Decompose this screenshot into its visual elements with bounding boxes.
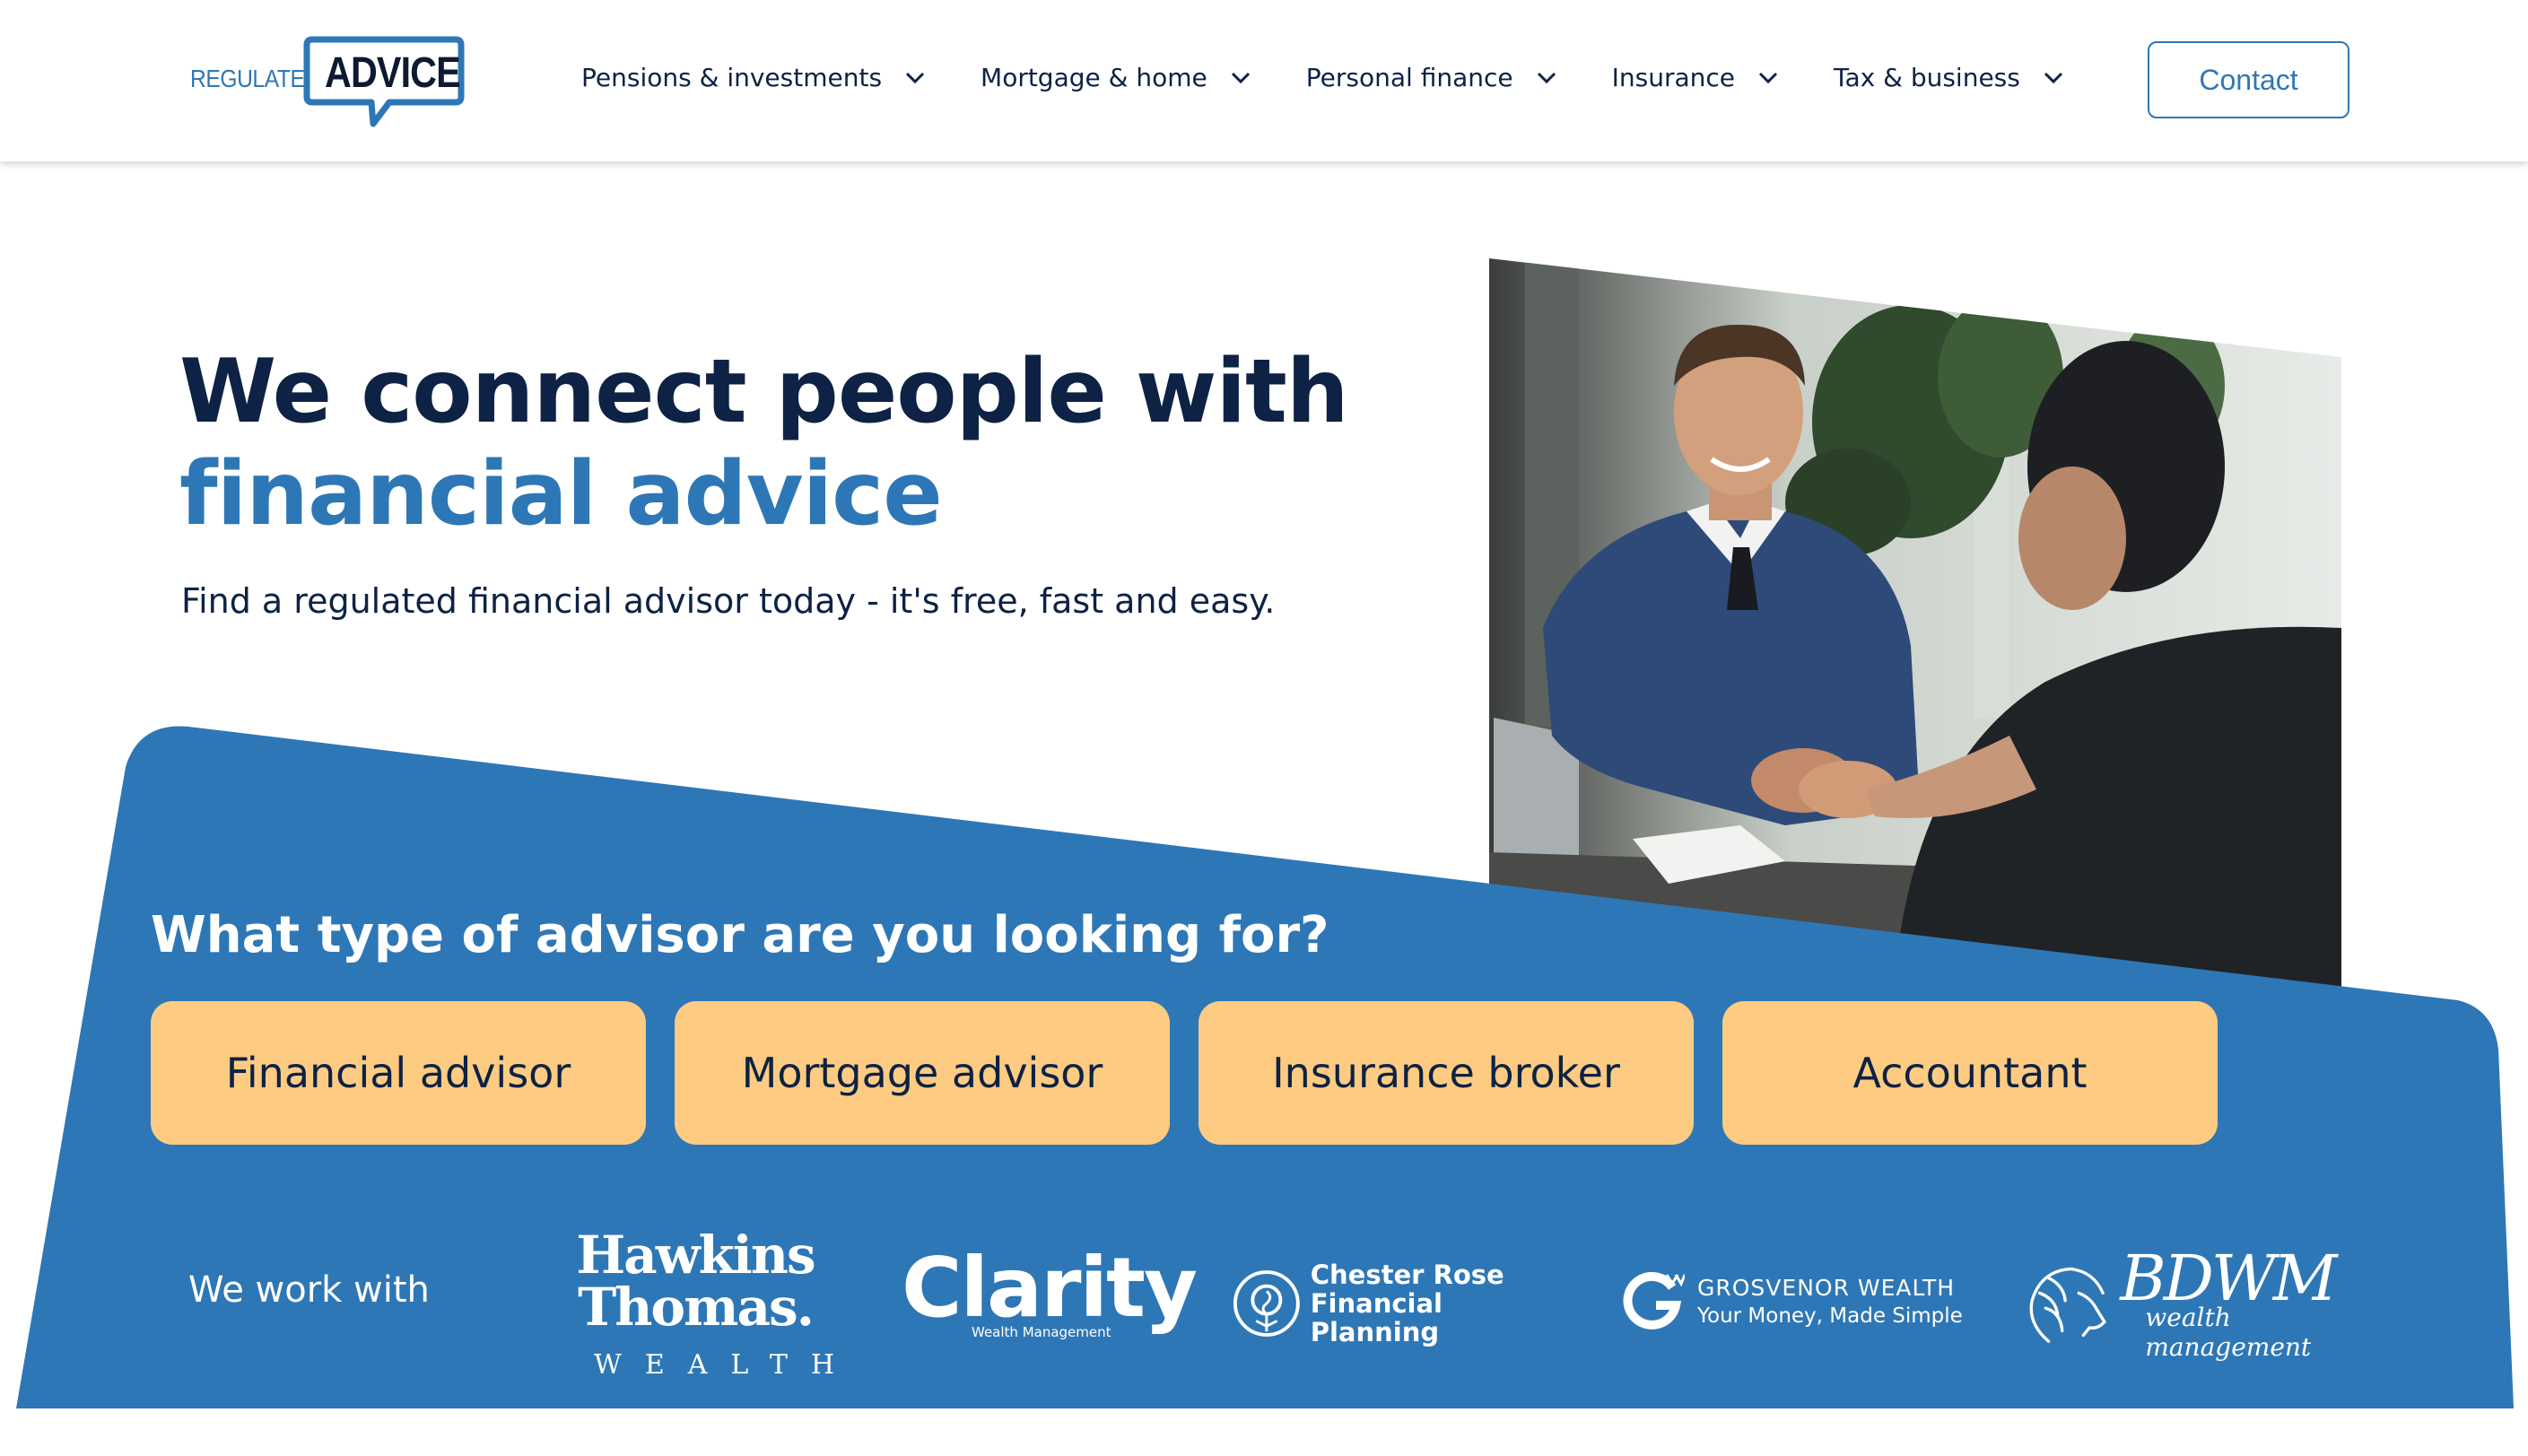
chester-rose-text: Chester Rose Financial Planning xyxy=(1311,1260,1573,1347)
nav-tax-business[interactable]: Tax & business xyxy=(1834,63,2063,92)
nav-personal-finance[interactable]: Personal finance xyxy=(1306,63,1556,92)
nav-pensions-investments[interactable]: Pensions & investments xyxy=(581,63,925,92)
logo-regulated-text: REGULATED xyxy=(190,65,320,92)
mortgage-advisor-button[interactable]: Mortgage advisor xyxy=(675,1001,1170,1145)
grosvenor-g-icon xyxy=(1623,1271,1685,1330)
accountant-button[interactable]: Accountant xyxy=(1722,1001,2218,1145)
hawkins-logo-line2: Thomas. xyxy=(578,1277,815,1338)
insurance-broker-button[interactable]: Insurance broker xyxy=(1199,1001,1694,1145)
grosvenor-text: GROSVENOR WEALTH Your Money, Made Simple xyxy=(1697,1275,1963,1328)
logo-advice-text: ADVICE xyxy=(325,49,461,97)
hawkins-thomas-logo: Hawkins Thomas. WEALTH xyxy=(574,1225,859,1381)
chester-rose-line2: Financial Planning xyxy=(1310,1288,1443,1347)
clarity-logo: Clarity Wealth Management xyxy=(902,1240,1198,1341)
rose-emblem-icon xyxy=(1233,1270,1300,1337)
nav-mortgage-home[interactable]: Mortgage & home xyxy=(981,63,1251,92)
bdwm-line1: BDWM xyxy=(2120,1242,2337,1315)
main-nav: Pensions & investments Mortgage & home P… xyxy=(581,63,2119,92)
nav-label: Mortgage & home xyxy=(981,63,1207,92)
financial-advisor-button[interactable]: Financial advisor xyxy=(151,1001,646,1145)
grosvenor-line2: Your Money, Made Simple xyxy=(1697,1303,1963,1328)
nav-label: Pensions & investments xyxy=(581,63,883,92)
chester-rose-logo: Chester Rose Financial Planning xyxy=(1232,1260,1573,1347)
hawkins-logo-line3: WEALTH xyxy=(594,1349,859,1381)
nav-label: Tax & business xyxy=(1833,63,2020,92)
grosvenor-wealth-logo: GROSVENOR WEALTH Your Money, Made Simple xyxy=(1622,1269,1972,1332)
hawkins-logo-line1: Hawkins xyxy=(576,1225,815,1286)
grosvenor-line1: GROSVENOR WEALTH xyxy=(1697,1274,1956,1301)
lion-head-icon xyxy=(2029,1267,2106,1343)
advisor-panel: What type of advisor are you looking for… xyxy=(0,0,2528,1456)
bdwm-text: BDWM wealth management xyxy=(2120,1247,2359,1362)
advisor-question: What type of advisor are you looking for… xyxy=(151,906,1329,964)
chevron-down-icon xyxy=(905,72,925,83)
chevron-down-icon xyxy=(1231,72,1250,83)
advisor-options: Financial advisor Mortgage advisor Insur… xyxy=(151,1001,2246,1145)
chevron-down-icon xyxy=(2044,72,2062,83)
nav-label: Personal finance xyxy=(1305,63,1513,92)
clarity-logo-name: Clarity xyxy=(902,1240,1198,1336)
chevron-down-icon xyxy=(1537,72,1556,83)
chester-rose-line1: Chester Rose xyxy=(1310,1260,1504,1290)
contact-button[interactable]: Contact xyxy=(2148,41,2349,118)
chevron-down-icon xyxy=(1758,72,1778,83)
bdwm-logo: BDWM wealth management xyxy=(2018,1247,2359,1362)
partners-intro: We work with xyxy=(188,1269,430,1311)
site-logo[interactable]: REGULATED ADVICE xyxy=(190,36,465,129)
site-header: REGULATED ADVICE Pensions & investments … xyxy=(0,0,2528,161)
nav-label: Insurance xyxy=(1611,63,1735,92)
nav-insurance[interactable]: Insurance xyxy=(1612,63,1778,92)
